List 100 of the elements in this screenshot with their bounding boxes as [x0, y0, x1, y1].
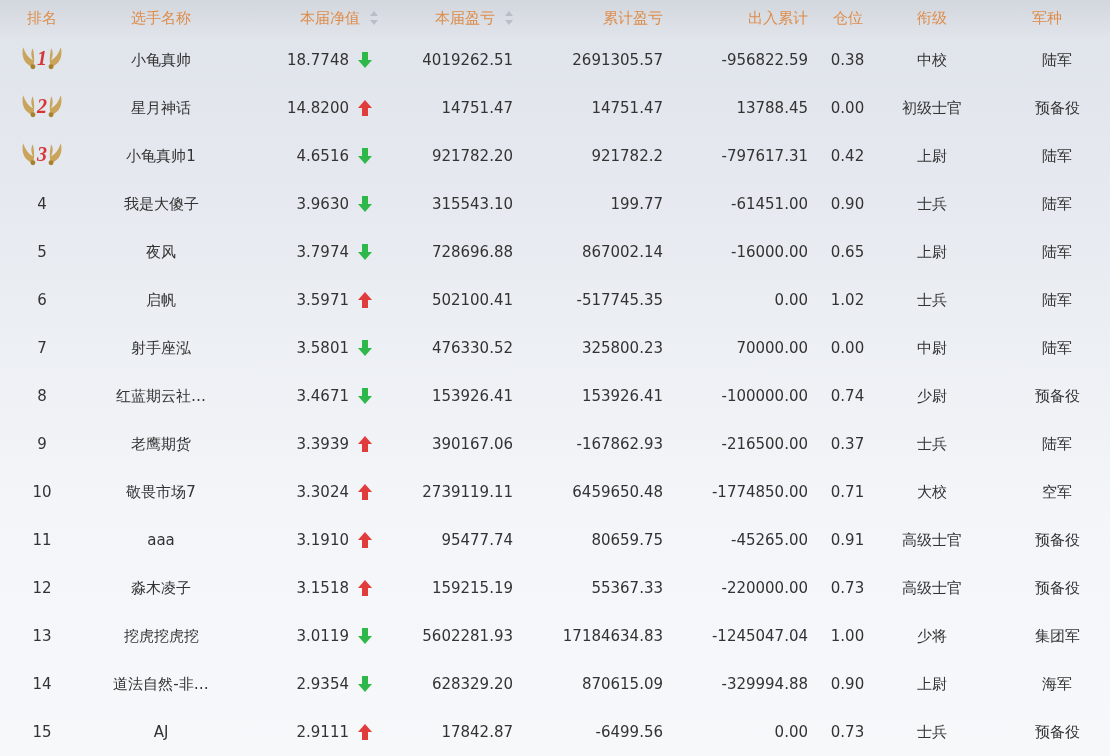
player-name: 启帆 — [146, 290, 176, 309]
rank-title: 士兵 — [917, 434, 947, 453]
medal-badge: 1 — [19, 42, 65, 73]
player-name: 我是大傻子 — [123, 194, 199, 213]
cash-flow-value: -61451.00 — [731, 194, 808, 213]
net-value: 3.0119 — [296, 625, 349, 647]
branch-name: 陆军 — [1042, 338, 1072, 357]
rank-title: 少将 — [917, 626, 947, 645]
rank-number: 12 — [32, 578, 52, 597]
position-value: 0.91 — [830, 530, 865, 549]
position-value: 0.74 — [830, 386, 865, 405]
medal-badge: 2 — [19, 90, 65, 121]
net-value: 4.6516 — [296, 145, 349, 167]
position-value: 0.65 — [830, 242, 865, 261]
player-name: 射手座泓 — [131, 338, 191, 357]
total-profit-value: 80659.75 — [591, 530, 663, 549]
position-value: 0.71 — [830, 482, 865, 501]
branch-name: 预备役 — [1034, 722, 1080, 741]
column-heading: 累计盈亏 — [520, 0, 670, 36]
net-value: 2.9111 — [296, 721, 349, 743]
column-heading[interactable]: 本届净值 — [238, 0, 385, 36]
rank-title: 士兵 — [917, 722, 947, 741]
branch-name: 海军 — [1042, 674, 1072, 693]
player-name: 星月神话 — [131, 98, 191, 117]
branch-name: 预备役 — [1034, 98, 1080, 117]
position-value: 0.90 — [830, 194, 865, 213]
total-profit-value: 17184634.83 — [562, 626, 663, 645]
net-value: 3.7974 — [296, 241, 349, 263]
cash-flow-value: -1774850.00 — [711, 482, 808, 501]
cash-flow-value: -216500.00 — [721, 434, 808, 453]
player-name: 小龟真帅1 — [126, 146, 196, 165]
position-value: 0.00 — [830, 338, 865, 357]
rank-title: 大校 — [917, 482, 947, 501]
profit-value: 4019262.51 — [422, 50, 513, 69]
profit-value: 95477.74 — [441, 530, 513, 549]
rank-title: 上尉 — [917, 146, 947, 165]
total-profit-value: 867002.14 — [581, 242, 663, 261]
player-name: 老鹰期货 — [131, 434, 191, 453]
column-heading[interactable]: 本届盈亏 — [385, 0, 520, 36]
total-profit-value: -6499.56 — [595, 722, 663, 741]
cash-flow-value: -1245047.04 — [711, 626, 808, 645]
net-value: 3.1518 — [296, 577, 349, 599]
player-name: 夜风 — [146, 242, 176, 261]
net-value: 18.7748 — [286, 49, 349, 71]
net-value: 2.9354 — [296, 673, 349, 695]
total-profit-value: 870615.09 — [581, 674, 663, 693]
rank-number: 11 — [32, 530, 52, 549]
cash-flow-value: 70000.00 — [736, 338, 808, 357]
cash-flow-value: -329994.88 — [721, 674, 808, 693]
rank-title: 高级士官 — [902, 578, 962, 597]
branch-name: 预备役 — [1034, 578, 1080, 597]
branch-name: 陆军 — [1042, 50, 1072, 69]
profit-value: 628329.20 — [431, 674, 513, 693]
column-heading: 衔级 — [880, 0, 984, 36]
branch-name: 陆军 — [1042, 242, 1072, 261]
profit-value: 476330.52 — [431, 338, 513, 357]
net-value: 3.3939 — [296, 433, 349, 455]
position-value: 0.90 — [830, 674, 865, 693]
total-profit-value: 55367.33 — [591, 578, 663, 597]
sort-icon[interactable] — [505, 11, 513, 26]
total-profit-value: 153926.41 — [581, 386, 663, 405]
player-name: 红蓝期云社… — [116, 386, 206, 405]
branch-name: 空军 — [1042, 482, 1072, 501]
total-profit-value: -517745.35 — [576, 290, 663, 309]
branch-name: 集团军 — [1034, 626, 1080, 645]
cash-flow-value: -45265.00 — [731, 530, 808, 549]
position-value: 0.73 — [830, 722, 865, 741]
profit-value: 159215.19 — [431, 578, 513, 597]
branch-name: 陆军 — [1042, 194, 1072, 213]
rank-title: 少尉 — [917, 386, 947, 405]
sort-icon[interactable] — [370, 11, 378, 26]
cash-flow-value: -956822.59 — [721, 50, 808, 69]
net-value: 14.8200 — [286, 97, 349, 119]
branch-name: 陆军 — [1042, 434, 1072, 453]
rank-number: 7 — [37, 338, 47, 357]
cash-flow-value: 0.00 — [774, 722, 808, 741]
profit-value: 5602281.93 — [422, 626, 513, 645]
medal-badge: 3 — [19, 138, 65, 169]
column-heading: 排名 — [0, 0, 84, 36]
cash-flow-value: -16000.00 — [731, 242, 808, 261]
rank-title: 高级士官 — [902, 530, 962, 549]
rank-title: 士兵 — [917, 290, 947, 309]
cash-flow-value: 0.00 — [774, 290, 808, 309]
position-value: 0.73 — [830, 578, 865, 597]
total-profit-value: 199.77 — [610, 194, 663, 213]
profit-value: 17842.87 — [441, 722, 513, 741]
profit-value: 921782.20 — [431, 146, 513, 165]
rank-title: 士兵 — [917, 194, 947, 213]
total-profit-value: 14751.47 — [591, 98, 663, 117]
profit-value: 153926.41 — [431, 386, 513, 405]
branch-name: 陆军 — [1042, 290, 1072, 309]
branch-name: 预备役 — [1034, 386, 1080, 405]
rank-number: 8 — [37, 386, 47, 405]
position-value: 0.00 — [830, 98, 865, 117]
position-value: 1.02 — [830, 290, 865, 309]
column-heading: 选手名称 — [84, 0, 238, 36]
net-value: 3.1910 — [296, 529, 349, 551]
profit-value: 315543.10 — [431, 194, 513, 213]
player-name: 敬畏市场7 — [126, 482, 196, 501]
player-name: 淼木凌子 — [131, 578, 191, 597]
